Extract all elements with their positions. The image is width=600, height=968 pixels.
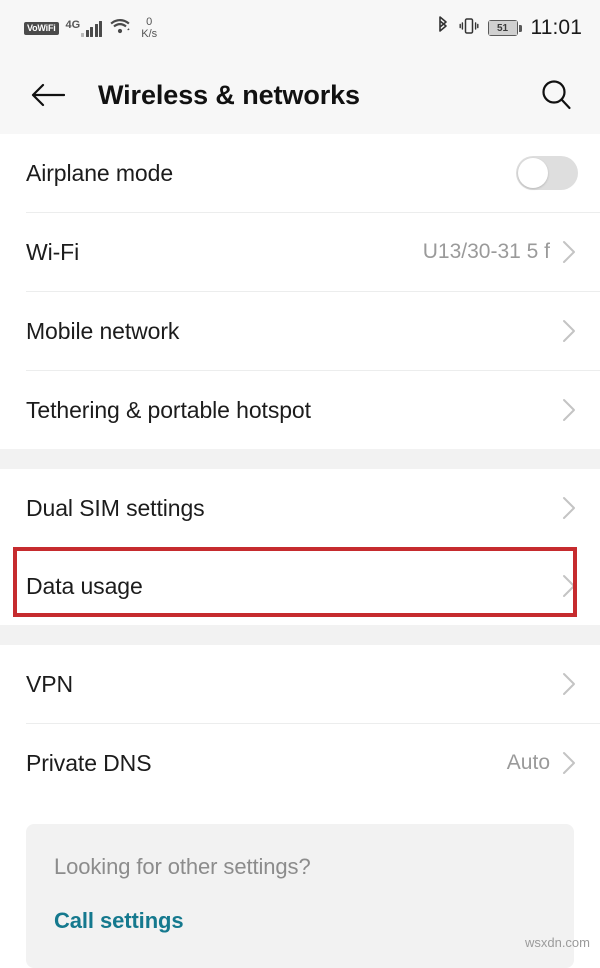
list-item-value: Auto xyxy=(506,751,550,774)
settings-section-sim-data: Dual SIM settings Data usage xyxy=(0,469,600,625)
search-icon[interactable] xyxy=(534,73,578,117)
status-bar-clock: 11:01 xyxy=(530,16,582,39)
chevron-right-icon xyxy=(560,497,578,519)
back-arrow-icon[interactable] xyxy=(26,73,70,117)
vowifi-icon: VoWiFi xyxy=(24,21,59,35)
list-item-dual-sim-settings[interactable]: Dual SIM settings xyxy=(0,469,600,547)
other-settings-card: Looking for other settings? Call setting… xyxy=(26,824,574,968)
chevron-right-icon xyxy=(560,752,578,774)
signal-strength-bars xyxy=(81,20,103,37)
battery-icon: 51 xyxy=(487,20,522,36)
chevron-right-icon xyxy=(560,399,578,421)
list-item-airplane-mode[interactable]: Airplane mode xyxy=(0,134,600,212)
list-item-label: Data usage xyxy=(26,572,143,599)
section-gap xyxy=(0,449,600,469)
list-item-label: Private DNS xyxy=(26,749,152,776)
chevron-right-icon xyxy=(560,241,578,263)
airplane-mode-toggle[interactable] xyxy=(516,156,578,190)
list-item-label: Mobile network xyxy=(26,317,180,344)
wifi-icon xyxy=(109,17,131,40)
settings-section-vpn-dns: VPN Private DNS Auto xyxy=(0,645,600,802)
list-item-data-usage[interactable]: Data usage xyxy=(0,547,600,625)
section-gap xyxy=(0,625,600,645)
watermark: wsxdn.com xyxy=(524,935,590,950)
list-item-wifi[interactable]: Wi-Fi U13/30-31 5 f xyxy=(0,213,600,291)
list-item-vpn[interactable]: VPN xyxy=(0,645,600,723)
chevron-right-icon xyxy=(560,320,578,342)
settings-section-connectivity: Airplane mode Wi-Fi U13/30-31 5 f Mobile… xyxy=(0,134,600,449)
list-item-label: VPN xyxy=(26,670,73,697)
status-bar-left: VoWiFi 4G 0 K/s xyxy=(24,16,157,40)
page-title: Wireless & networks xyxy=(98,79,360,110)
other-settings-prompt: Looking for other settings? xyxy=(54,854,311,879)
list-item-label: Tethering & portable hotspot xyxy=(26,396,311,423)
network-type-label: 4G xyxy=(65,18,81,31)
list-item-label: Airplane mode xyxy=(26,159,174,186)
data-speed-value: 0 xyxy=(146,16,153,28)
app-bar: Wireless & networks xyxy=(0,56,600,134)
list-item-mobile-network[interactable]: Mobile network xyxy=(0,292,600,370)
status-bar: VoWiFi 4G 0 K/s 51 11:01 xyxy=(0,0,600,56)
list-item-value: U13/30-31 5 f xyxy=(422,240,550,263)
data-speed-unit: K/s xyxy=(141,28,158,40)
bluetooth-icon xyxy=(436,15,450,41)
list-item-tethering-hotspot[interactable]: Tethering & portable hotspot xyxy=(0,371,600,449)
phone-screen: VoWiFi 4G 0 K/s 51 11:01 Wireless & netw… xyxy=(0,0,600,968)
signal-bars-icon: 4G xyxy=(65,18,103,37)
vibrate-icon xyxy=(459,16,479,41)
call-settings-link[interactable]: Call settings xyxy=(54,908,546,934)
status-bar-right: 51 11:01 xyxy=(436,15,583,41)
chevron-right-icon xyxy=(560,575,578,597)
footer-area: Looking for other settings? Call setting… xyxy=(0,802,600,968)
chevron-right-icon xyxy=(560,673,578,695)
battery-percent: 51 xyxy=(488,21,517,35)
data-speed-indicator: 0 K/s xyxy=(141,16,157,40)
list-item-private-dns[interactable]: Private DNS Auto xyxy=(0,724,600,802)
list-item-label: Dual SIM settings xyxy=(26,494,205,521)
list-item-label: Wi-Fi xyxy=(26,238,80,265)
